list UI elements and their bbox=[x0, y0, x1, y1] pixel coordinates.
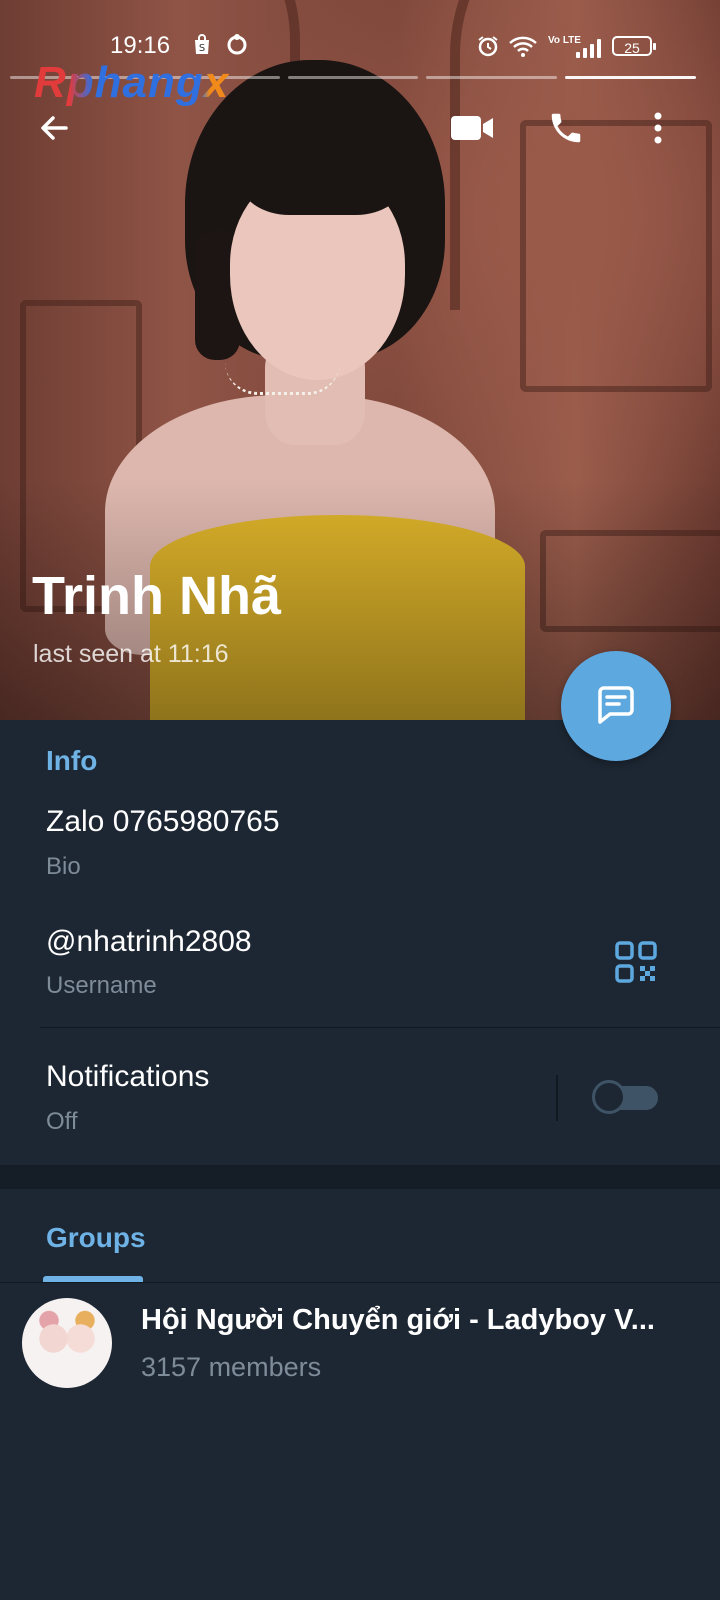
info-section-title: Info bbox=[46, 745, 98, 776]
tab-divider bbox=[0, 1282, 720, 1283]
photo-necklace bbox=[225, 362, 340, 395]
wifi-icon bbox=[508, 34, 538, 64]
group-list-item[interactable]: Hội Người Chuyển giới - Ladyboy V... 315… bbox=[0, 1290, 720, 1390]
tab-groups[interactable]: Groups bbox=[46, 1222, 146, 1254]
sync-circle-icon bbox=[226, 34, 248, 62]
send-message-button[interactable] bbox=[561, 651, 671, 761]
last-seen-status: last seen at 11:16 bbox=[33, 640, 229, 668]
signal-icon bbox=[576, 38, 604, 58]
more-options-button[interactable] bbox=[630, 100, 686, 156]
photo-progress-segment bbox=[426, 76, 558, 79]
username-label: Username bbox=[46, 972, 157, 999]
group-avatar bbox=[22, 1298, 112, 1388]
more-vertical-icon bbox=[654, 112, 662, 144]
toggle-knob bbox=[592, 1080, 626, 1114]
back-arrow-icon bbox=[41, 116, 68, 140]
photo-progress-segment bbox=[287, 76, 419, 79]
svg-text:S: S bbox=[199, 43, 205, 54]
profile-name: Trinh Nhã bbox=[32, 566, 282, 626]
message-icon bbox=[598, 686, 634, 724]
notifications-status: Off bbox=[46, 1108, 78, 1135]
qr-code-button[interactable] bbox=[614, 940, 658, 984]
alarm-icon bbox=[476, 34, 500, 64]
video-call-button[interactable] bbox=[444, 100, 500, 156]
bio-label: Bio bbox=[46, 853, 81, 880]
username-value: @nhatrinh2808 bbox=[46, 925, 252, 958]
photo-progress-segment-active bbox=[565, 76, 696, 79]
voice-call-button[interactable] bbox=[538, 100, 594, 156]
door-panel-right-top bbox=[520, 120, 712, 392]
notifications-title: Notifications bbox=[46, 1060, 210, 1093]
bio-value: Zalo 0765980765 bbox=[46, 805, 280, 838]
group-name: Hội Người Chuyển giới - Ladyboy V... bbox=[141, 1304, 655, 1336]
back-button[interactable] bbox=[26, 100, 82, 156]
group-member-count: 3157 members bbox=[141, 1352, 322, 1382]
phone-icon bbox=[551, 113, 581, 143]
battery-icon: 25 bbox=[612, 36, 656, 56]
photo-bangs bbox=[240, 100, 405, 215]
vertical-divider bbox=[556, 1075, 558, 1121]
video-call-icon bbox=[451, 116, 493, 140]
status-time: 19:16 bbox=[110, 32, 171, 59]
notifications-toggle[interactable] bbox=[592, 1080, 660, 1114]
qr-code-icon bbox=[615, 941, 657, 983]
section-separator bbox=[0, 1165, 720, 1189]
divider bbox=[40, 1027, 720, 1028]
